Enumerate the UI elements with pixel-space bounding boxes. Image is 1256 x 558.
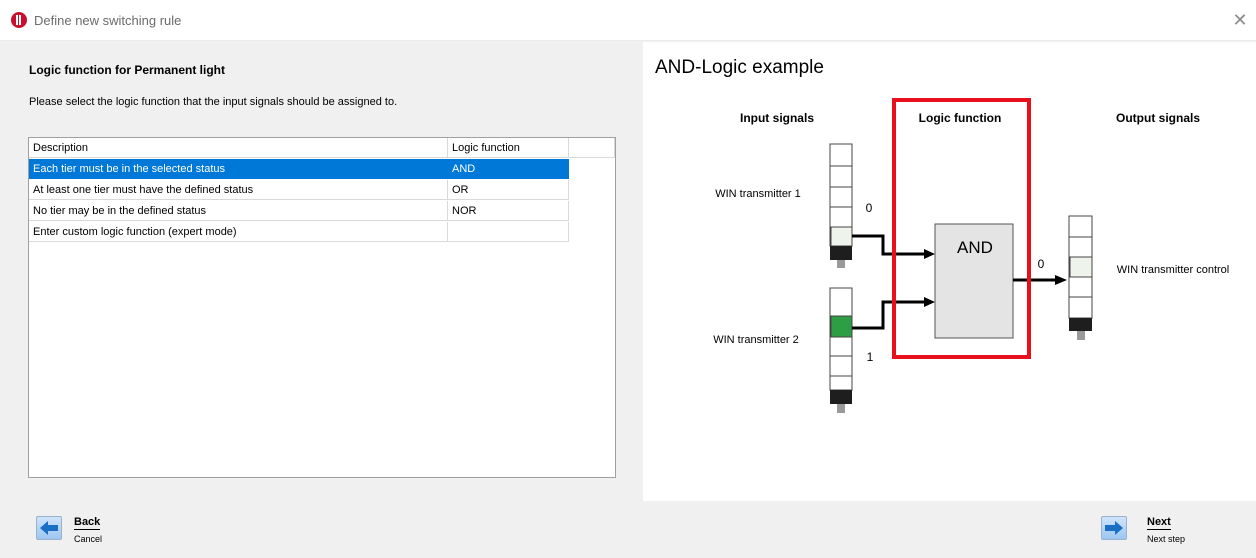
output-value: 0: [1038, 257, 1045, 271]
back-button[interactable]: Back Cancel: [36, 516, 126, 548]
table-row[interactable]: Enter custom logic function (expert mode…: [29, 222, 615, 243]
input1-label: WIN transmitter 1: [715, 188, 801, 200]
row-function[interactable]: [448, 222, 569, 242]
input2-label: WIN transmitter 2: [713, 334, 799, 346]
row-function[interactable]: NOR: [448, 201, 569, 221]
example-panel: AND-Logic example Input signals Logic fu…: [643, 42, 1256, 501]
arrow-left-icon: [36, 516, 62, 540]
output-signals-header: Output signals: [1116, 111, 1200, 125]
column-header-filler: [569, 138, 615, 158]
row-function[interactable]: AND: [448, 159, 569, 179]
signal-tower-1: [829, 143, 853, 268]
input1-value: 0: [866, 201, 873, 215]
next-button[interactable]: Next Next step: [1101, 516, 1211, 548]
arrow-right-icon: [1101, 516, 1127, 540]
app-logo-icon: [11, 12, 27, 28]
logic-function-table[interactable]: Description Logic function Each tier mus…: [28, 137, 616, 478]
and-logic-diagram: Input signals Logic function Output sign…: [713, 98, 1229, 413]
column-header-description[interactable]: Description: [29, 138, 448, 158]
close-button[interactable]: ✕: [1230, 10, 1250, 30]
input2-value: 1: [867, 350, 874, 364]
row-description[interactable]: At least one tier must have the defined …: [29, 180, 448, 200]
table-row[interactable]: No tier may be in the defined status NOR: [29, 201, 615, 222]
next-label: Next: [1147, 516, 1171, 530]
back-sublabel: Cancel: [74, 534, 103, 544]
logic-function-header: Logic function: [919, 111, 1002, 125]
title-bar: Define new switching rule ✕: [0, 0, 1256, 41]
column-header-logic-function[interactable]: Logic function: [448, 138, 569, 158]
left-panel: Logic function for Permanent light Pleas…: [18, 42, 643, 501]
instructions-text: Please select the logic function that th…: [29, 96, 398, 108]
input-signals-header: Input signals: [740, 111, 814, 125]
row-description[interactable]: Enter custom logic function (expert mode…: [29, 222, 448, 242]
signal-tower-output: [1068, 215, 1093, 340]
next-sublabel: Next step: [1147, 534, 1186, 544]
signal-tower-2: [829, 287, 853, 413]
row-description[interactable]: Each tier must be in the selected status: [29, 159, 448, 179]
back-label: Back: [74, 516, 101, 530]
window-title: Define new switching rule: [34, 13, 182, 28]
output-label: WIN transmitter control: [1117, 264, 1229, 276]
section-heading: Logic function for Permanent light: [29, 63, 225, 77]
gate-label: AND: [957, 238, 993, 257]
row-function[interactable]: OR: [448, 180, 569, 200]
table-row[interactable]: Each tier must be in the selected status…: [29, 159, 615, 180]
table-row[interactable]: At least one tier must have the defined …: [29, 180, 615, 201]
table-header-row: Description Logic function: [29, 138, 615, 159]
row-description[interactable]: No tier may be in the defined status: [29, 201, 448, 221]
